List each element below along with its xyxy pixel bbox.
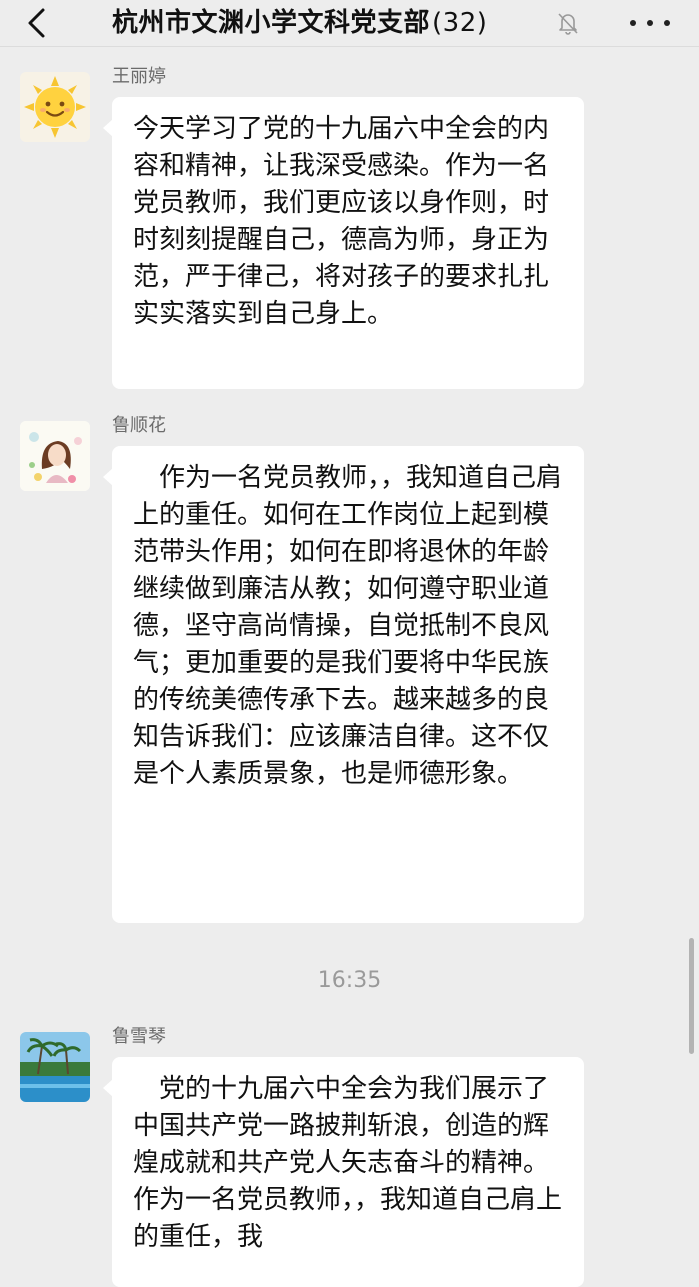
sun-avatar (24, 76, 86, 138)
member-count: (32) (432, 8, 488, 38)
sender-name: 王丽婷 (112, 66, 166, 87)
sender-name: 鲁雪琴 (112, 1026, 166, 1047)
chat-header: 杭州市文渊小学文科党支部 (32) (0, 0, 699, 47)
palm-beach-avatar (20, 1032, 90, 1102)
more-dot (647, 20, 653, 26)
scrollbar[interactable] (689, 938, 694, 1054)
more-dots-icon (630, 20, 636, 26)
bell-muted-icon (558, 13, 578, 35)
sender-avatar[interactable] (20, 1032, 90, 1102)
girl-portrait-avatar (20, 421, 90, 491)
more-dot (664, 20, 670, 26)
message-bubble[interactable]: 党的十九届六中全会为我们展示了中国共产党一路披荆斩浪，创造的辉煌成就和共产党人矢… (103, 1057, 584, 1287)
message-bubble[interactable]: 今天学习了党的十九届六中全会的内容和精神，让我深受感染。作为一名党员教师，我们更… (103, 97, 584, 389)
more-options-button[interactable] (630, 8, 670, 38)
sender-avatar[interactable] (20, 421, 90, 491)
back-button[interactable] (18, 6, 54, 40)
message-timestamp: 16:35 (317, 968, 382, 993)
sender-avatar[interactable] (20, 72, 90, 142)
chat-title[interactable]: 杭州市文渊小学文科党支部 (32) (112, 4, 487, 42)
chevron-left-icon (28, 8, 45, 38)
group-name: 杭州市文渊小学文科党支部 (112, 8, 431, 38)
message-bubble[interactable]: 作为一名党员教师，，我知道自己肩上的重任。如何在工作岗位上起到模范带头作用；如何… (103, 446, 584, 923)
sender-name: 鲁顺花 (112, 415, 166, 436)
